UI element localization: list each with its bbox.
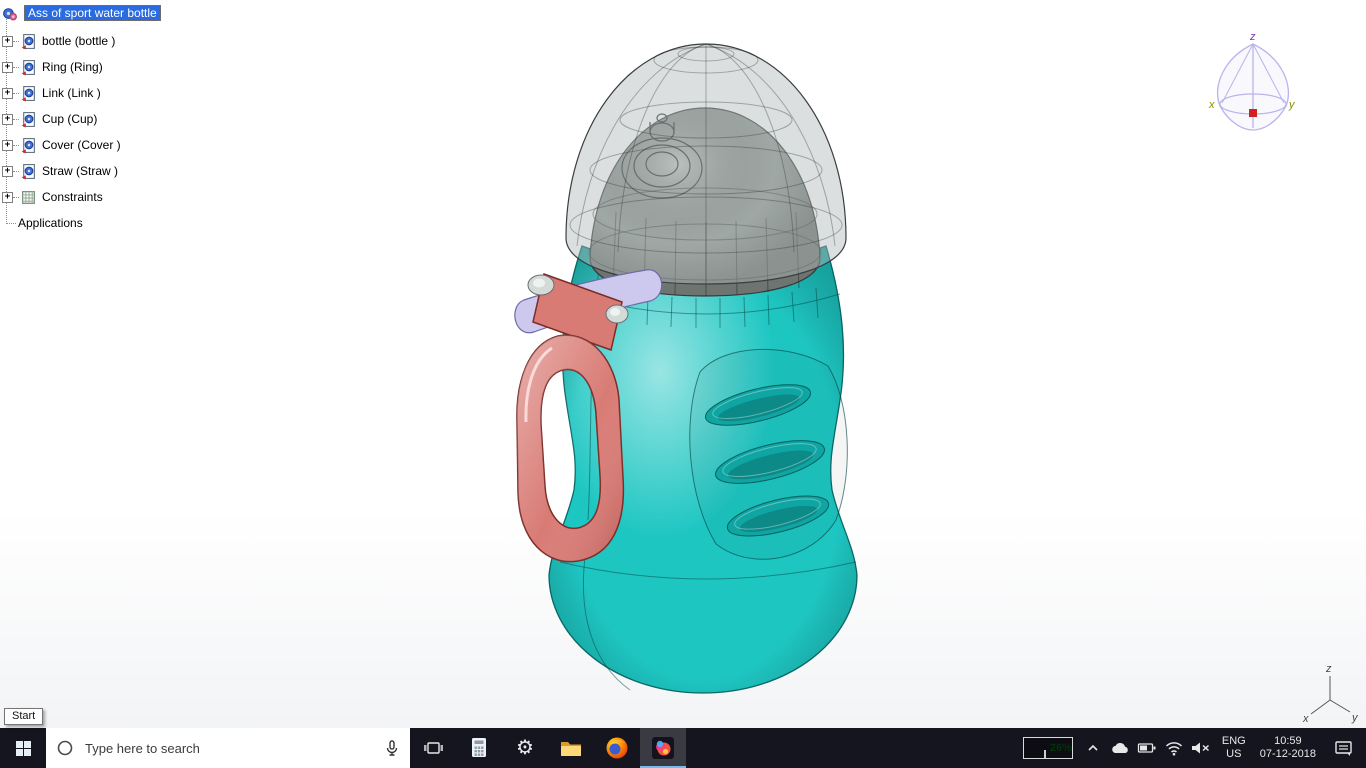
assembly-icon bbox=[1, 5, 18, 22]
clock[interactable]: 10:59 07-12-2018 bbox=[1254, 735, 1322, 761]
cloud-icon bbox=[1112, 742, 1129, 753]
tree-item-cover[interactable]: + Cover (Cover ) bbox=[0, 135, 123, 155]
part-icon bbox=[20, 111, 37, 128]
compass-x-label: x bbox=[1208, 99, 1215, 111]
action-center-button[interactable] bbox=[1324, 739, 1364, 757]
microphone-icon[interactable] bbox=[384, 739, 400, 757]
tree-item-label: Constraints bbox=[42, 190, 103, 204]
volume-tray-button[interactable] bbox=[1189, 739, 1214, 757]
tree-expander[interactable]: + bbox=[2, 113, 13, 125]
triad-y-label: y bbox=[1351, 712, 1359, 724]
cad-app-icon bbox=[652, 737, 674, 759]
clock-time: 10:59 bbox=[1274, 735, 1302, 747]
battery-nub bbox=[1043, 750, 1046, 758]
part-icon bbox=[20, 85, 37, 102]
constraints-icon bbox=[20, 189, 37, 206]
search-input[interactable] bbox=[83, 739, 375, 757]
action-center-icon bbox=[1335, 741, 1352, 756]
calculator-button[interactable] bbox=[456, 728, 502, 768]
tree-connector bbox=[13, 66, 19, 68]
tree-item-link[interactable]: + Link (Link ) bbox=[0, 83, 103, 103]
tree-connector bbox=[13, 118, 19, 120]
firefox-icon bbox=[606, 737, 628, 759]
part-icon bbox=[20, 59, 37, 76]
tree-item-bottle[interactable]: + bottle (bottle ) bbox=[0, 31, 117, 51]
system-tray: 26% ENG US 10:59 07-12-2018 bbox=[1022, 728, 1366, 768]
desktop: z x y z x y Ass of sport water bottle + … bbox=[0, 0, 1366, 768]
taskbar: ⚙ bbox=[0, 728, 1366, 768]
part-icon bbox=[20, 33, 37, 50]
tree-item-label: Cover (Cover ) bbox=[42, 138, 121, 152]
tree-connector bbox=[6, 222, 16, 224]
calculator-icon bbox=[472, 738, 486, 757]
tree-item-cup[interactable]: + Cup (Cup) bbox=[0, 109, 99, 129]
axis-triad: z x y bbox=[1302, 663, 1359, 725]
firefox-button[interactable] bbox=[594, 728, 640, 768]
task-view-icon bbox=[424, 742, 443, 754]
tree-rename-edit[interactable]: Ass of sport water bottle bbox=[24, 5, 161, 21]
task-view-button[interactable] bbox=[410, 728, 456, 768]
part-icon bbox=[20, 137, 37, 154]
battery-tray-button[interactable] bbox=[1135, 739, 1160, 757]
clock-date: 07-12-2018 bbox=[1259, 748, 1316, 760]
folder-icon bbox=[561, 742, 581, 756]
tree-item-label: Applications bbox=[18, 216, 83, 230]
tree-connector bbox=[13, 40, 19, 42]
compass-z-label: z bbox=[1249, 31, 1256, 43]
battery-gauge-widget[interactable]: 26% bbox=[1022, 737, 1073, 759]
start-tooltip: Start bbox=[4, 708, 44, 725]
tree-connector bbox=[13, 92, 19, 94]
battery-icon bbox=[1138, 743, 1156, 753]
windows-logo-icon bbox=[15, 740, 31, 756]
tree-item-label: bottle (bottle ) bbox=[42, 34, 116, 48]
cap-dome[interactable] bbox=[565, 43, 847, 285]
tree-connector bbox=[13, 144, 19, 146]
compass-widget[interactable]: z x y bbox=[1208, 31, 1296, 131]
grip-panel[interactable] bbox=[689, 348, 848, 560]
hidden-icons-button[interactable] bbox=[1081, 740, 1106, 756]
compass-origin[interactable] bbox=[1249, 109, 1257, 117]
tree-item-root[interactable]: Ass of sport water bottle bbox=[0, 3, 161, 23]
tree-item-applications[interactable]: Applications bbox=[0, 213, 85, 233]
onedrive-tray-button[interactable] bbox=[1108, 740, 1133, 756]
language-line2: US bbox=[1226, 748, 1242, 760]
triad-z-label: z bbox=[1325, 663, 1332, 675]
tree-connector bbox=[13, 170, 19, 172]
tree-item-ring[interactable]: + Ring (Ring) bbox=[0, 57, 105, 77]
tree-item-label: Link (Link ) bbox=[42, 86, 101, 100]
settings-button[interactable]: ⚙ bbox=[502, 728, 548, 768]
tree-connector bbox=[13, 196, 19, 198]
tree-expander[interactable]: + bbox=[2, 61, 13, 73]
cad-app-button[interactable] bbox=[640, 728, 686, 768]
wifi-icon bbox=[1166, 742, 1183, 756]
part-icon bbox=[20, 163, 37, 180]
language-line1: ENG bbox=[1221, 735, 1246, 747]
tree-item-label: Ring (Ring) bbox=[42, 60, 103, 74]
start-button[interactable] bbox=[0, 728, 46, 768]
tree-expander[interactable]: + bbox=[2, 87, 13, 99]
gear-icon: ⚙ bbox=[516, 737, 534, 759]
tree-expander[interactable]: + bbox=[2, 139, 13, 151]
tree-item-straw[interactable]: + Straw (Straw ) bbox=[0, 161, 120, 181]
tree-expander[interactable]: + bbox=[2, 191, 13, 203]
compass-y-label: y bbox=[1288, 99, 1296, 111]
network-tray-button[interactable] bbox=[1162, 739, 1187, 757]
tree-expander[interactable]: + bbox=[2, 35, 13, 47]
tree-item-constraints[interactable]: + Constraints bbox=[0, 187, 105, 207]
chevron-up-icon bbox=[1088, 744, 1098, 751]
file-explorer-button[interactable] bbox=[548, 728, 594, 768]
tree-item-label: Straw (Straw ) bbox=[42, 164, 119, 178]
language-indicator[interactable]: ENG US bbox=[1216, 735, 1252, 761]
cortana-icon bbox=[57, 740, 73, 756]
tree-expander[interactable]: + bbox=[2, 165, 13, 177]
taskbar-search[interactable] bbox=[46, 728, 410, 768]
battery-percent: 26% bbox=[1049, 742, 1072, 754]
tree-item-label: Cup (Cup) bbox=[42, 112, 98, 126]
triad-x-label: x bbox=[1302, 713, 1309, 725]
speaker-muted-icon bbox=[1192, 742, 1210, 754]
specification-tree: Ass of sport water bottle + bottle (bott… bbox=[0, 0, 260, 240]
